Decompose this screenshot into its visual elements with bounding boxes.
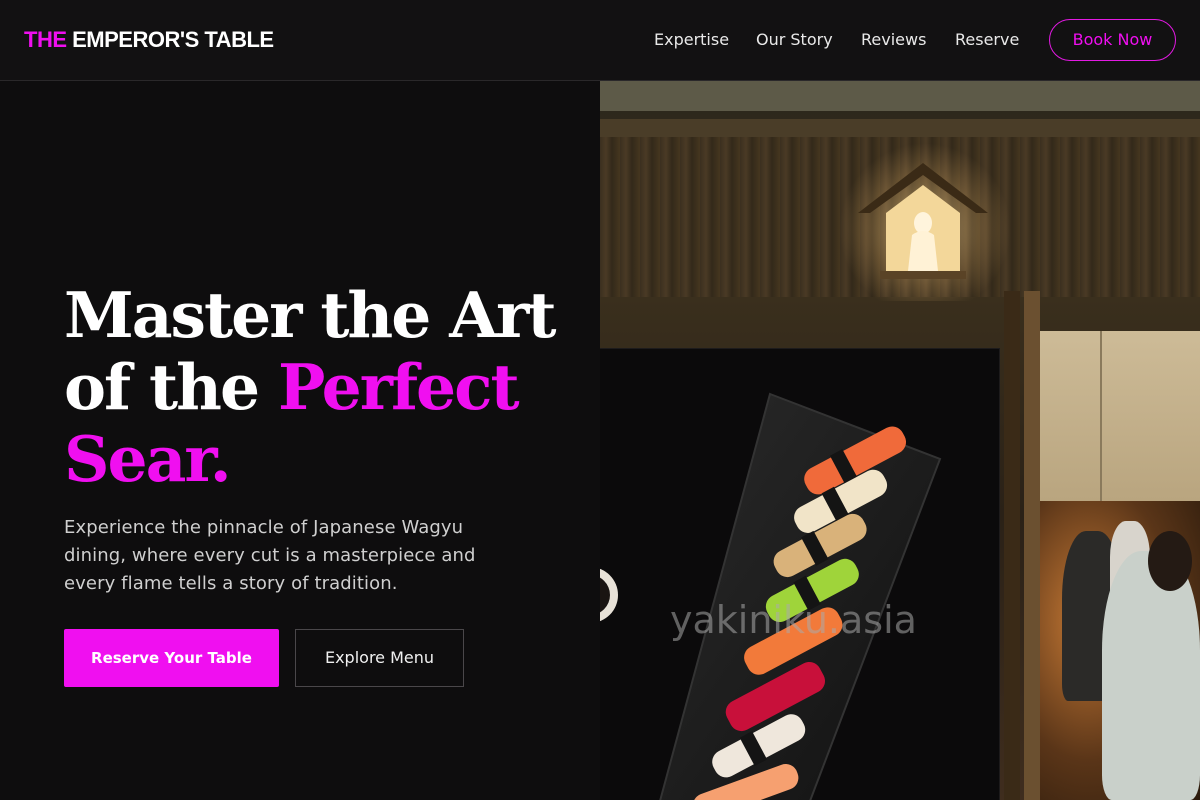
image-watermark: yakiniku.asia <box>670 598 917 642</box>
shrine-icon <box>858 163 988 279</box>
hero-title: Master the Art of the Perfect Sear. <box>64 279 584 495</box>
hero-title-accent: Perfect <box>277 350 520 424</box>
sushi-plate-photo <box>600 348 1000 800</box>
logo-name: EMPEROR'S TABLE <box>72 27 274 52</box>
hero-title-line3: Sear. <box>64 422 232 496</box>
reserve-table-button[interactable]: Reserve Your Table <box>64 629 279 687</box>
sushi-platter-icon <box>600 349 999 800</box>
explore-menu-button[interactable]: Explore Menu <box>295 629 464 687</box>
hero-subtitle: Experience the pinnacle of Japanese Wagy… <box>64 517 476 594</box>
site-header: THE EMPEROR'S TABLE Expertise Our Story … <box>0 0 1200 81</box>
nav-our-story[interactable]: Our Story <box>756 30 833 50</box>
nav-expertise[interactable]: Expertise <box>654 30 729 50</box>
logo-accent: THE <box>24 27 67 52</box>
nav-reserve[interactable]: Reserve <box>955 30 1019 50</box>
hero-title-line1: Master the Art <box>64 278 556 352</box>
hero-title-line2: of the <box>64 350 260 424</box>
site-logo[interactable]: THE EMPEROR'S TABLE <box>24 27 274 53</box>
nav-reviews[interactable]: Reviews <box>861 30 926 50</box>
book-now-button[interactable]: Book Now <box>1049 19 1176 61</box>
